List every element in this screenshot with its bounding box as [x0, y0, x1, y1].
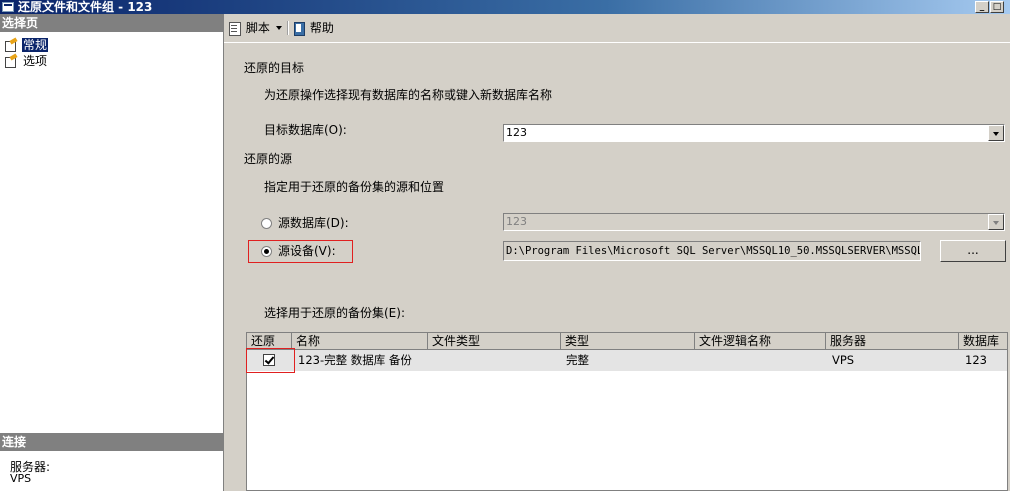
window-title: 还原文件和文件组 - 123 [18, 0, 153, 14]
cell-type: 完整 [566, 353, 589, 367]
restore-window-button[interactable]: □ [990, 1, 1004, 13]
source-db-label: 源数据库(D): [278, 216, 349, 230]
column-header-file-type[interactable]: 文件类型 [428, 333, 561, 350]
target-db-combo[interactable]: 123 [503, 124, 1005, 142]
general-page-content: 还原的目标 为还原操作选择现有数据库的名称或键入新数据库名称 目标数据库(O):… [224, 43, 1010, 491]
help-button[interactable]: 帮助 [292, 20, 334, 36]
script-button[interactable]: 脚本 [228, 20, 282, 36]
source-db-combo[interactable]: 123 [503, 213, 1005, 231]
chevron-down-icon[interactable] [988, 214, 1004, 230]
page-item-label: 选项 [23, 54, 48, 68]
server-value: VPS [10, 472, 32, 485]
column-header-name[interactable]: 名称 [292, 333, 428, 350]
backup-sets-label: 选择用于还原的备份集(E): [264, 306, 405, 320]
column-header-type[interactable]: 类型 [561, 333, 695, 350]
restore-source-description: 指定用于还原的备份集的源和位置 [264, 180, 445, 194]
select-page-header: 选择页 [0, 14, 223, 32]
script-label: 脚本 [245, 21, 270, 35]
cell-database: 123 [965, 353, 987, 367]
source-db-value: 123 [506, 215, 527, 228]
connection-header: 连接 [0, 433, 223, 451]
help-label: 帮助 [309, 21, 334, 35]
highlight-box [246, 348, 295, 373]
help-icon [292, 21, 306, 36]
window-icon [2, 2, 14, 12]
page-icon [4, 55, 18, 68]
source-db-radio[interactable] [261, 218, 272, 229]
minimize-button[interactable]: _ [975, 1, 989, 13]
left-pane: 选择页 常规 选项 连接 服务器: VPS [0, 14, 224, 491]
source-device-path: D:\Program Files\Microsoft SQL Server\MS… [503, 241, 921, 261]
script-icon [228, 21, 242, 36]
window-title-bar[interactable]: 还原文件和文件组 - 123 _ □ [0, 0, 1010, 14]
restore-target-title: 还原的目标 [244, 61, 305, 75]
table-row[interactable]: 123-完整 数据库 备份 完整 VPS 123 [247, 350, 1007, 371]
column-header-server[interactable]: 服务器 [826, 333, 959, 350]
connection-panel: 服务器: VPS [0, 451, 223, 491]
page-item-label: 常规 [20, 37, 50, 53]
page-item-options[interactable]: 选项 [4, 54, 48, 68]
column-header-logical-name[interactable]: 文件逻辑名称 [695, 333, 826, 350]
toolbar-separator [287, 21, 289, 35]
cell-server: VPS [832, 353, 855, 367]
page-item-general[interactable]: 常规 [4, 37, 50, 53]
restore-source-title: 还原的源 [244, 152, 293, 166]
target-db-label: 目标数据库(O): [264, 123, 347, 137]
restore-target-description: 为还原操作选择现有数据库的名称或键入新数据库名称 [264, 88, 553, 102]
chevron-down-icon[interactable] [275, 26, 282, 30]
column-header-database[interactable]: 数据库 [959, 333, 1007, 350]
backup-sets-grid[interactable]: 还原 名称 文件类型 类型 文件逻辑名称 服务器 数据库 123-完整 数据库 … [246, 332, 1008, 491]
highlight-box [248, 240, 353, 263]
page-icon [4, 39, 18, 52]
source-device-path-text: D:\Program Files\Microsoft SQL Server\MS… [506, 245, 921, 257]
toolbar: 脚本 帮助 [224, 14, 1010, 43]
browse-button[interactable]: ... [940, 240, 1006, 262]
chevron-down-icon[interactable] [988, 125, 1004, 141]
target-db-value: 123 [506, 126, 527, 139]
cell-name: 123-完整 数据库 备份 [298, 353, 412, 367]
